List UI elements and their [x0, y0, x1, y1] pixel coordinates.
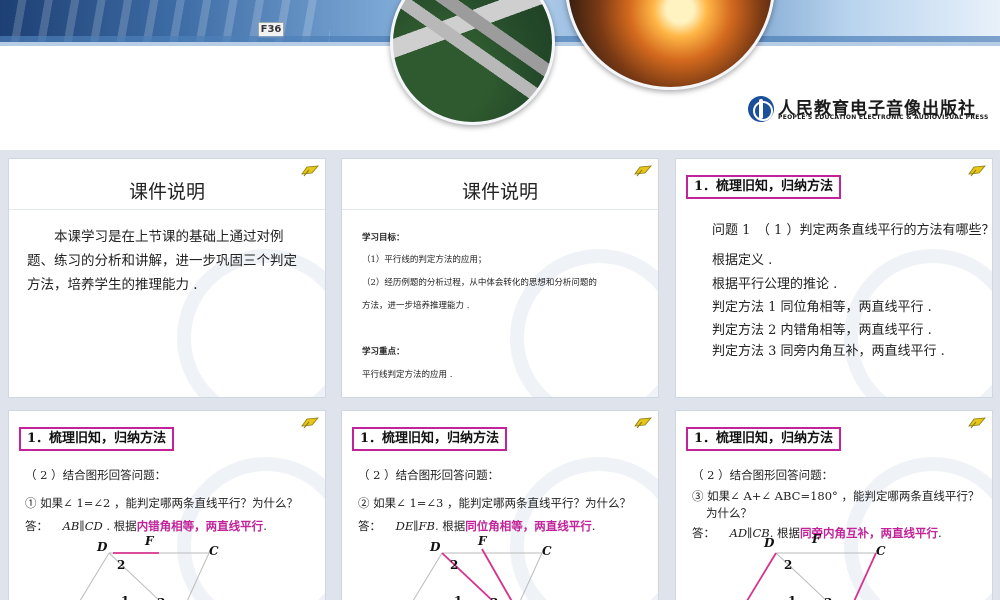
geometry-figure: D F C 2 1 3 A [79, 534, 219, 600]
label-C: C [209, 544, 219, 558]
goal-item-2a: （2）经历例题的分析过程，从中体会转化的思想和分析问题的 [362, 278, 597, 288]
title-divider [342, 209, 658, 210]
method-line-1: 根据定义 . [712, 253, 773, 268]
section-tag: 1．梳理旧知，归纳方法 [352, 427, 508, 451]
runner-bib: F36 [258, 22, 284, 38]
section-tag: 1．梳理旧知，归纳方法 [686, 427, 842, 451]
key-heading: 学习重点： [362, 347, 405, 357]
answer-parallel-lines: DE∥FB. [395, 519, 439, 533]
label-F: F [811, 532, 822, 546]
question-intro: （ 2 ）结合图形回答问题： [358, 468, 500, 482]
answer-highlight: 同旁内角互补，两直线平行 [800, 526, 939, 540]
answer-end: . [591, 519, 596, 533]
question-text: ② 如果∠ 1=∠3 ，能判定哪两条直线平行？为什么？ [358, 496, 632, 510]
course-description: 本课学习是在上节课的基础上通过对例题、练习的分析和讲解，进一步巩固三个判定方法，… [27, 229, 297, 293]
goal-heading: 学习目标： [362, 233, 405, 243]
answer-line: 答： AB∥CD . 根据内错角相等，两直线平行. [25, 518, 267, 534]
label-2: 2 [784, 558, 792, 572]
pen-icon [634, 417, 652, 429]
slide-thumbnail-1[interactable]: 课件说明 本课学习是在上节课的基础上通过对例题、练习的分析和讲解，进一步巩固三个… [8, 158, 326, 398]
publisher-name-en: PEOPLE'S EDUCATION ELECTRONIC & AUDIOVIS… [778, 114, 989, 121]
slide-thumbnail-6[interactable]: 1．梳理旧知，归纳方法 （ 2 ）结合图形回答问题： ③ 如果∠ A+∠ ABC… [675, 410, 993, 600]
question-1: 问题 1 （ 1 ）判定两条直线平行的方法有哪些？ [712, 223, 993, 238]
question-text-2: 为什么？ [706, 506, 752, 520]
label-F: F [477, 534, 488, 548]
line-da [412, 552, 443, 600]
slide-thumbnail-3[interactable]: 1．梳理旧知，归纳方法 问题 1 （ 1 ）判定两条直线平行的方法有哪些？ 根据… [675, 158, 993, 398]
title-divider [9, 209, 325, 210]
highway-photo [390, 0, 555, 125]
geometry-figure: D F C 2 1 3 A [746, 532, 886, 600]
line-cb-highlight [853, 552, 877, 600]
line-fb-highlight [481, 548, 513, 600]
goal-item-2b: 方法，进一步培养推理能力 . [362, 301, 470, 311]
question-text: ③ 如果∠ A+∠ ABC=180° ，能判定哪两条直线平行？ [692, 489, 980, 503]
label-3: 3 [157, 596, 165, 600]
key-text: 平行线判定方法的应用 . [362, 370, 453, 380]
label-3: 3 [490, 596, 498, 600]
answer-mid: . 根据 [102, 519, 137, 533]
slide-thumbnail-5[interactable]: 1．梳理旧知，归纳方法 （ 2 ）结合图形回答问题： ② 如果∠ 1=∠3 ，能… [341, 410, 659, 600]
answer-highlight: 内错角相等，两直线平行 [136, 519, 264, 533]
method-line-2: 根据平行公理的推论 . [712, 277, 838, 292]
label-D: D [96, 540, 108, 554]
pen-icon [634, 165, 652, 177]
pen-icon [301, 417, 319, 429]
slide-thumbnail-4[interactable]: 1．梳理旧知，归纳方法 （ 2 ）结合图形回答问题： ① 如果∠ 1=∠2 ，能… [8, 410, 326, 600]
label-2: 2 [117, 558, 125, 572]
pen-icon [301, 165, 319, 177]
label-1: 1 [121, 594, 129, 600]
section-tag: 1．梳理旧知，归纳方法 [686, 175, 842, 199]
pen-icon [968, 417, 986, 429]
label-D: D [429, 540, 441, 554]
label-1: 1 [454, 594, 462, 600]
answer-mid: 根据 [438, 519, 466, 533]
line-ad-highlight [746, 552, 777, 600]
question-intro: （ 2 ）结合图形回答问题： [692, 468, 834, 482]
runners-photo [0, 0, 330, 42]
slide-title: 课件说明 [128, 181, 205, 203]
answer-prefix: 答： [358, 519, 381, 533]
line-da [79, 552, 110, 600]
answer-highlight: 同位角相等，两直线平行 [465, 519, 592, 533]
publisher-logo: 人民教育电子音像出版社 PEOPLE'S EDUCATION ELECTRONI… [748, 96, 988, 126]
label-F: F [144, 534, 155, 548]
label-3: 3 [824, 596, 832, 600]
goal-item-1: （1）平行线的判定方法的应用； [362, 255, 487, 265]
label-2: 2 [450, 558, 458, 572]
title-banner: F36 人民教育电子音像出版社 PEOPLE'S EDUCATION ELECT… [0, 0, 1000, 150]
label-D: D [763, 536, 775, 550]
answer-prefix: 答： [25, 519, 48, 533]
answer-prefix: 答： [692, 526, 715, 540]
answer-parallel-lines: AB∥CD [62, 519, 103, 533]
answer-end: . [938, 526, 942, 540]
label-1: 1 [788, 594, 796, 600]
label-C: C [876, 544, 886, 558]
question-intro: （ 2 ）结合图形回答问题： [25, 468, 167, 482]
question-text: ① 如果∠ 1=∠2 ，能判定哪两条直线平行？为什么？ [25, 496, 299, 510]
slide-thumbnail-2[interactable]: 课件说明 学习目标： （1）平行线的判定方法的应用； （2）经历例题的分析过程，… [341, 158, 659, 398]
line-cb [187, 552, 210, 600]
method-line-4: 判定方法 2 内错角相等，两直线平行 . [712, 323, 932, 338]
method-line-5: 判定方法 3 同旁内角互补，两直线平行 . [712, 344, 945, 359]
method-line-3: 判定方法 1 同位角相等，两直线平行 . [712, 300, 932, 315]
answer-end: . [263, 519, 267, 533]
answer-line: 答： DE∥FB. 根据同位角相等，两直线平行. [358, 518, 595, 534]
section-tag: 1．梳理旧知，归纳方法 [19, 427, 175, 451]
rocket-launch-photo [565, 0, 775, 90]
pen-icon [968, 165, 986, 177]
answer-mid: 根据 [773, 526, 801, 540]
line-cb [520, 552, 543, 600]
publisher-emblem-icon [748, 96, 774, 122]
slide-title: 课件说明 [461, 181, 538, 203]
geometry-figure: D F C 2 1 3 A [412, 534, 552, 600]
label-C: C [542, 544, 552, 558]
